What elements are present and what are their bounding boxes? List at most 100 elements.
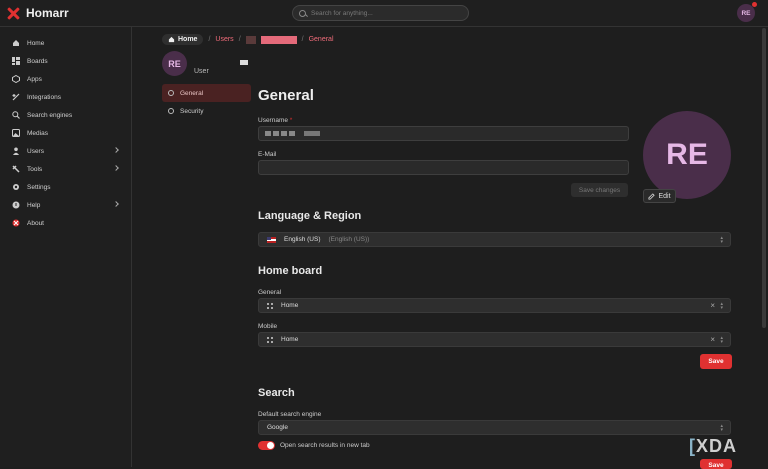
boards-icon bbox=[12, 57, 20, 65]
sidebar-item-help[interactable]: Help bbox=[0, 196, 132, 214]
section-title-search: Search bbox=[258, 387, 295, 399]
username-field[interactable] bbox=[258, 126, 629, 141]
help-icon bbox=[12, 201, 20, 209]
tab-label: Security bbox=[180, 107, 204, 115]
chevron-up-down-icon: ▴ ▾ bbox=[720, 301, 723, 311]
chevron-right-icon bbox=[113, 201, 119, 207]
homarr-logo-icon bbox=[7, 7, 20, 20]
avatar: RE bbox=[162, 51, 187, 76]
home-icon bbox=[13, 40, 19, 46]
clear-icon[interactable]: × bbox=[710, 301, 715, 310]
users-icon bbox=[13, 147, 19, 155]
mobile-board-label: Mobile bbox=[258, 323, 278, 330]
shield-icon bbox=[168, 108, 174, 114]
app-logo[interactable]: Homarr bbox=[7, 6, 69, 20]
username-label-text: Username bbox=[258, 117, 288, 124]
sidebar-item-label: Tools bbox=[27, 165, 43, 173]
global-search-input[interactable]: Search for anything... bbox=[292, 5, 469, 21]
breadcrumb-user-redacted[interactable] bbox=[260, 35, 297, 44]
sidebar-item-label: About bbox=[27, 219, 44, 227]
sidebar-item-home[interactable]: Home bbox=[0, 34, 132, 52]
sidebar-item-label: Users bbox=[27, 147, 44, 155]
username-label: Username * bbox=[258, 117, 292, 124]
us-flag-icon bbox=[267, 236, 276, 243]
home-icon bbox=[168, 36, 175, 43]
search-engines-icon bbox=[12, 111, 20, 119]
save-home-board-button[interactable]: Save bbox=[700, 354, 732, 369]
sidebar-item-medias[interactable]: Medias bbox=[0, 124, 132, 142]
notification-dot bbox=[752, 2, 757, 7]
profile-avatar: RE bbox=[643, 111, 731, 199]
apps-icon bbox=[12, 75, 20, 83]
edit-label: Edit bbox=[658, 192, 671, 200]
breadcrumb-home[interactable]: Home bbox=[162, 34, 204, 45]
chevron-right-icon bbox=[113, 165, 119, 171]
scrollbar[interactable] bbox=[762, 28, 766, 328]
redacted-block bbox=[240, 60, 248, 65]
redacted-block bbox=[304, 131, 320, 136]
tab-general[interactable]: General bbox=[162, 84, 251, 102]
sidebar-item-label: Medias bbox=[27, 129, 48, 137]
redacted-block bbox=[265, 131, 297, 136]
edit-avatar-button[interactable]: Edit bbox=[643, 189, 676, 203]
language-native: (English (US)) bbox=[328, 236, 370, 243]
section-title-language: Language & Region bbox=[258, 210, 362, 222]
watermark-bracket: [ bbox=[689, 436, 696, 456]
search-engine-value: Google bbox=[267, 424, 288, 431]
about-icon bbox=[12, 219, 20, 227]
main-content: Home / Users / / General RE User General… bbox=[133, 27, 768, 469]
mobile-board-select[interactable]: Home × ▴ ▾ bbox=[258, 332, 731, 347]
settings-icon bbox=[168, 90, 174, 96]
chevron-up-down-icon: ▴ ▾ bbox=[720, 235, 723, 245]
board-icon bbox=[267, 336, 273, 343]
open-new-tab-label: Open search results in new tab bbox=[280, 442, 370, 449]
sidebar-item-users[interactable]: Users bbox=[0, 142, 132, 160]
breadcrumb-users[interactable]: Users bbox=[215, 36, 233, 43]
app-name: Homarr bbox=[26, 6, 69, 20]
chevron-up-down-icon: ▴ ▾ bbox=[720, 335, 723, 345]
top-bar: Homarr Search for anything... RE bbox=[0, 0, 768, 27]
breadcrumb-home-label: Home bbox=[178, 36, 198, 43]
breadcrumb-separator: / bbox=[208, 36, 211, 43]
integrations-icon bbox=[12, 93, 20, 101]
sidebar-item-label: Integrations bbox=[27, 93, 61, 101]
redacted-block bbox=[245, 35, 256, 44]
search-icon bbox=[299, 9, 306, 17]
language-select[interactable]: English (US) (English (US)) ▴ ▾ bbox=[258, 232, 731, 247]
watermark: [XDA bbox=[689, 436, 737, 457]
sidebar-item-label: Help bbox=[27, 201, 41, 209]
required-mark: * bbox=[289, 117, 293, 124]
sidebar-item-tools[interactable]: Tools bbox=[0, 160, 132, 178]
breadcrumb: Home / Users / / General bbox=[162, 34, 334, 45]
search-engine-label: Default search engine bbox=[258, 411, 322, 418]
tools-icon bbox=[12, 165, 20, 173]
sidebar-item-about[interactable]: About bbox=[0, 214, 132, 232]
breadcrumb-separator: / bbox=[301, 36, 304, 43]
tab-label: General bbox=[180, 89, 204, 97]
sidebar-item-label: Settings bbox=[27, 183, 51, 191]
general-board-select[interactable]: Home × ▴ ▾ bbox=[258, 298, 731, 313]
chevron-up-down-icon: ▴ ▾ bbox=[720, 423, 723, 433]
breadcrumb-current: General bbox=[308, 36, 334, 43]
user-header: RE User bbox=[162, 51, 248, 76]
save-search-button[interactable]: Save bbox=[700, 459, 732, 469]
sidebar-item-settings[interactable]: Settings bbox=[0, 178, 132, 196]
tab-security[interactable]: Security bbox=[162, 102, 251, 120]
save-changes-button[interactable]: Save changes bbox=[571, 183, 628, 197]
sidebar-item-label: Boards bbox=[27, 57, 48, 65]
pencil-icon bbox=[648, 192, 656, 200]
sidebar-item-apps[interactable]: Apps bbox=[0, 70, 132, 88]
mobile-board-value: Home bbox=[281, 336, 299, 343]
general-board-value: Home bbox=[281, 302, 299, 309]
open-new-tab-toggle[interactable] bbox=[258, 441, 275, 450]
search-engine-select[interactable]: Google ▴ ▾ bbox=[258, 420, 731, 435]
email-label: E-Mail bbox=[258, 151, 277, 158]
section-title-home-board: Home board bbox=[258, 265, 323, 277]
sidebar-item-boards[interactable]: Boards bbox=[0, 52, 132, 70]
sidebar-item-label: Search engines bbox=[27, 111, 73, 119]
sidebar-item-integrations[interactable]: Integrations bbox=[0, 88, 132, 106]
email-field[interactable] bbox=[258, 160, 629, 175]
sidebar-item-search-engines[interactable]: Search engines bbox=[0, 106, 132, 124]
sidebar-item-label: Home bbox=[27, 39, 45, 47]
clear-icon[interactable]: × bbox=[710, 335, 715, 344]
